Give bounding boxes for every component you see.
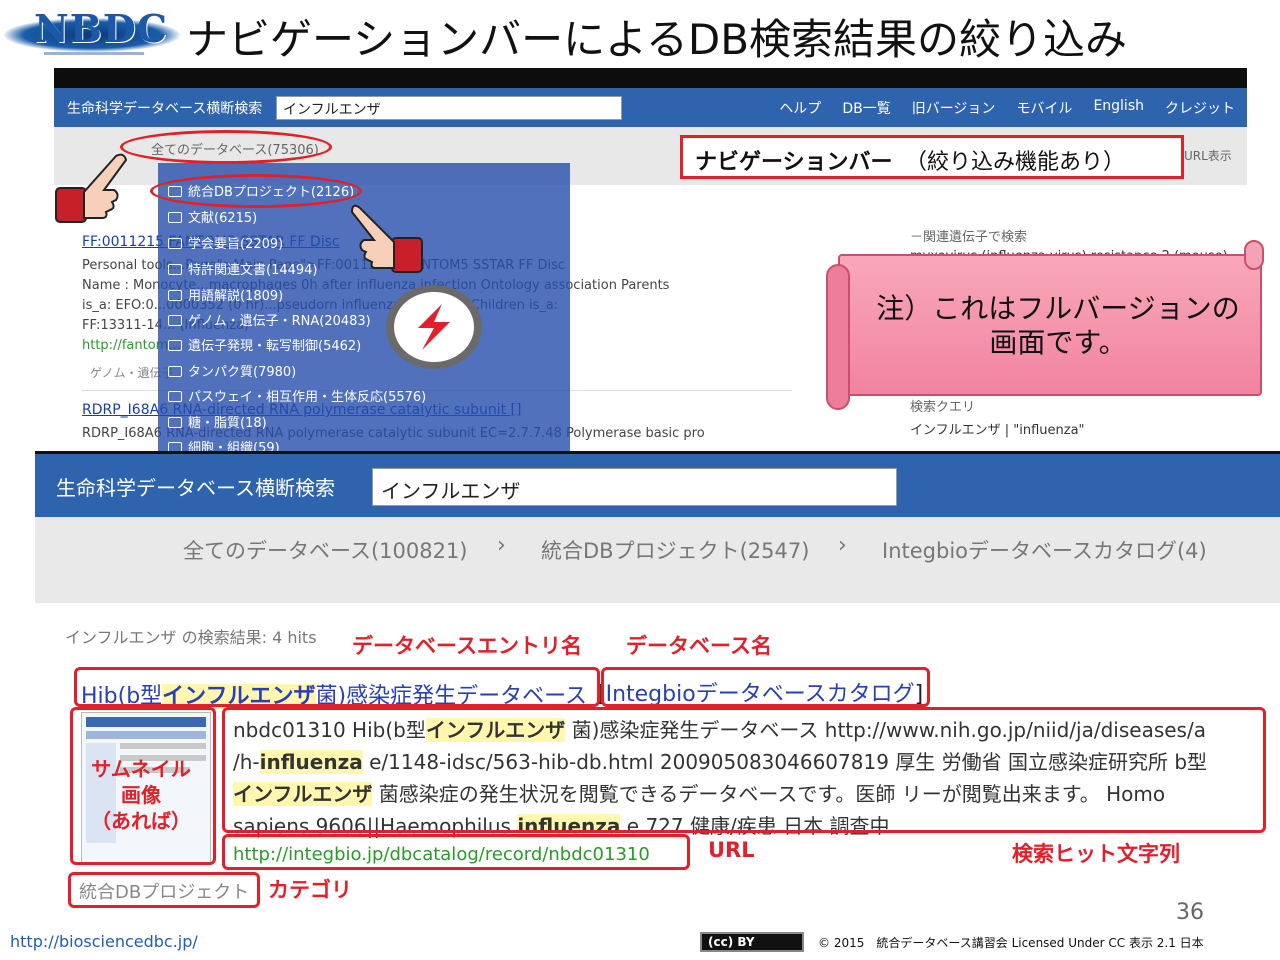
- upper-search-input[interactable]: インフルエンザ: [276, 96, 622, 120]
- nav-help-link[interactable]: ヘルプ: [779, 98, 821, 118]
- highlight-ellipse-integrated-db: [150, 174, 362, 208]
- db-name-annotation-box: [601, 667, 930, 707]
- checkbox-icon: [168, 366, 182, 377]
- label-entry-name: データベースエントリ名: [352, 634, 582, 658]
- lower-brand[interactable]: 生命科学データベース横断検索: [56, 472, 335, 501]
- navbar-annotation-box: ナビゲーションバー （絞り込み機能あり）: [680, 135, 1184, 179]
- checkbox-icon: [168, 417, 182, 428]
- nbdc-logo: NBDC: [4, 2, 180, 56]
- result-count-header: インフルエンザ の検索結果: 4 hits: [65, 628, 317, 647]
- pointing-hand-icon: [55, 153, 128, 223]
- category-annotation-box: [68, 872, 260, 908]
- side-query-value: インフルエンザ | "influenza": [910, 423, 1085, 438]
- dropdown-item[interactable]: 特許関連文書(14494): [168, 259, 318, 278]
- lower-search-input[interactable]: インフルエンザ: [372, 468, 897, 506]
- app-logo-icon: [386, 285, 482, 369]
- cc-license-badge[interactable]: (cc) BY: [700, 932, 804, 952]
- nav-english-link[interactable]: English: [1093, 98, 1144, 118]
- pointing-hand-icon: [350, 204, 423, 273]
- checkbox-icon: [168, 238, 182, 249]
- crumb-separator-icon: ›: [838, 533, 847, 558]
- hit-string-annotation-box: [222, 707, 1266, 833]
- lower-navbar: 生命科学データベース横断検索 インフルエンザ: [35, 454, 1280, 517]
- upper-nav-links: ヘルプ DB一覧 旧バージョン モバイル English クレジット: [779, 98, 1235, 118]
- crumb-all-databases[interactable]: 全てのデータベース(100821): [183, 535, 468, 565]
- entry-title-annotation-box: [74, 667, 600, 707]
- dropdown-item[interactable]: 学会要旨(2209): [168, 233, 283, 252]
- footer-url-link[interactable]: http://biosciencedbc.jp/: [10, 932, 198, 951]
- page-number: 36: [1176, 900, 1204, 925]
- checkbox-icon: [168, 264, 182, 275]
- dropdown-item[interactable]: 文献(6215): [168, 207, 257, 226]
- dropdown-item[interactable]: タンパク質(7980): [168, 361, 296, 380]
- dropdown-item[interactable]: 細胞・組織(59): [168, 437, 280, 452]
- navbar-annotation-label: ナビゲーションバー: [695, 150, 893, 175]
- note-text-line-2: 画面です。: [989, 326, 1127, 359]
- checkbox-icon: [168, 212, 182, 223]
- nav-mobile-link[interactable]: モバイル: [1016, 98, 1072, 118]
- crumb-separator-icon: ›: [497, 533, 506, 558]
- nav-credit-link[interactable]: クレジット: [1165, 98, 1235, 118]
- checkbox-icon: [168, 340, 182, 351]
- highlight-ellipse-all-db: [120, 130, 332, 164]
- crumb-integrated-db[interactable]: 統合DBプロジェクト(2547): [541, 535, 809, 565]
- upper-brand[interactable]: 生命科学データベース横断検索: [67, 98, 262, 118]
- navbar-annotation-note: （絞り込み機能あり）: [905, 150, 1126, 175]
- label-hit-string: 検索ヒット文字列: [1012, 842, 1180, 866]
- url-annotation-box: [222, 834, 690, 870]
- dropdown-item[interactable]: 糖・脂質(18): [168, 412, 267, 431]
- dropdown-item[interactable]: 用語解説(1809): [168, 285, 283, 304]
- checkbox-icon: [168, 315, 182, 326]
- upper-navbar: 生命科学データベース横断検索 インフルエンザ ヘルプ DB一覧 旧バージョン モ…: [54, 88, 1247, 127]
- label-thumbnail: サムネイル 画像 （あれば）: [91, 757, 191, 833]
- checkbox-icon: [168, 391, 182, 402]
- logo-text: NBDC: [34, 6, 169, 51]
- label-db-name: データベース名: [626, 634, 772, 658]
- checkbox-icon: [168, 290, 182, 301]
- note-scroll-callout: 注）これはフルバージョンの 画面です。: [826, 240, 1268, 410]
- dropdown-item[interactable]: 遺伝子発現・転写制御(5462): [168, 335, 361, 354]
- crumb-integbio-catalog[interactable]: Integbioデータベースカタログ(4): [882, 535, 1207, 565]
- note-text-line-1: 注）これはフルバージョンの: [876, 292, 1240, 325]
- url-display-button[interactable]: URL表示: [1184, 147, 1232, 164]
- label-category: カテゴリ: [268, 878, 352, 902]
- dropdown-item[interactable]: ゲノム・遺伝子・RNA(20483): [168, 310, 371, 329]
- dropdown-item[interactable]: パスウェイ・相互作用・生体反応(5576): [168, 386, 426, 405]
- lower-breadcrumb: 全てのデータベース(100821) › 統合DBプロジェクト(2547) › I…: [35, 517, 1280, 603]
- nav-old-version-link[interactable]: 旧バージョン: [912, 98, 996, 118]
- label-url: URL: [708, 838, 755, 862]
- slide-title: ナビゲーションバーによるDB検索結果の絞り込み: [186, 15, 1128, 64]
- copyright-text: © 2015 統合データベース講習会 Licensed Under CC 表示 …: [818, 936, 1204, 950]
- nav-db-list-link[interactable]: DB一覧: [842, 98, 890, 118]
- note-text: 注）これはフルバージョンの 画面です。: [856, 292, 1260, 360]
